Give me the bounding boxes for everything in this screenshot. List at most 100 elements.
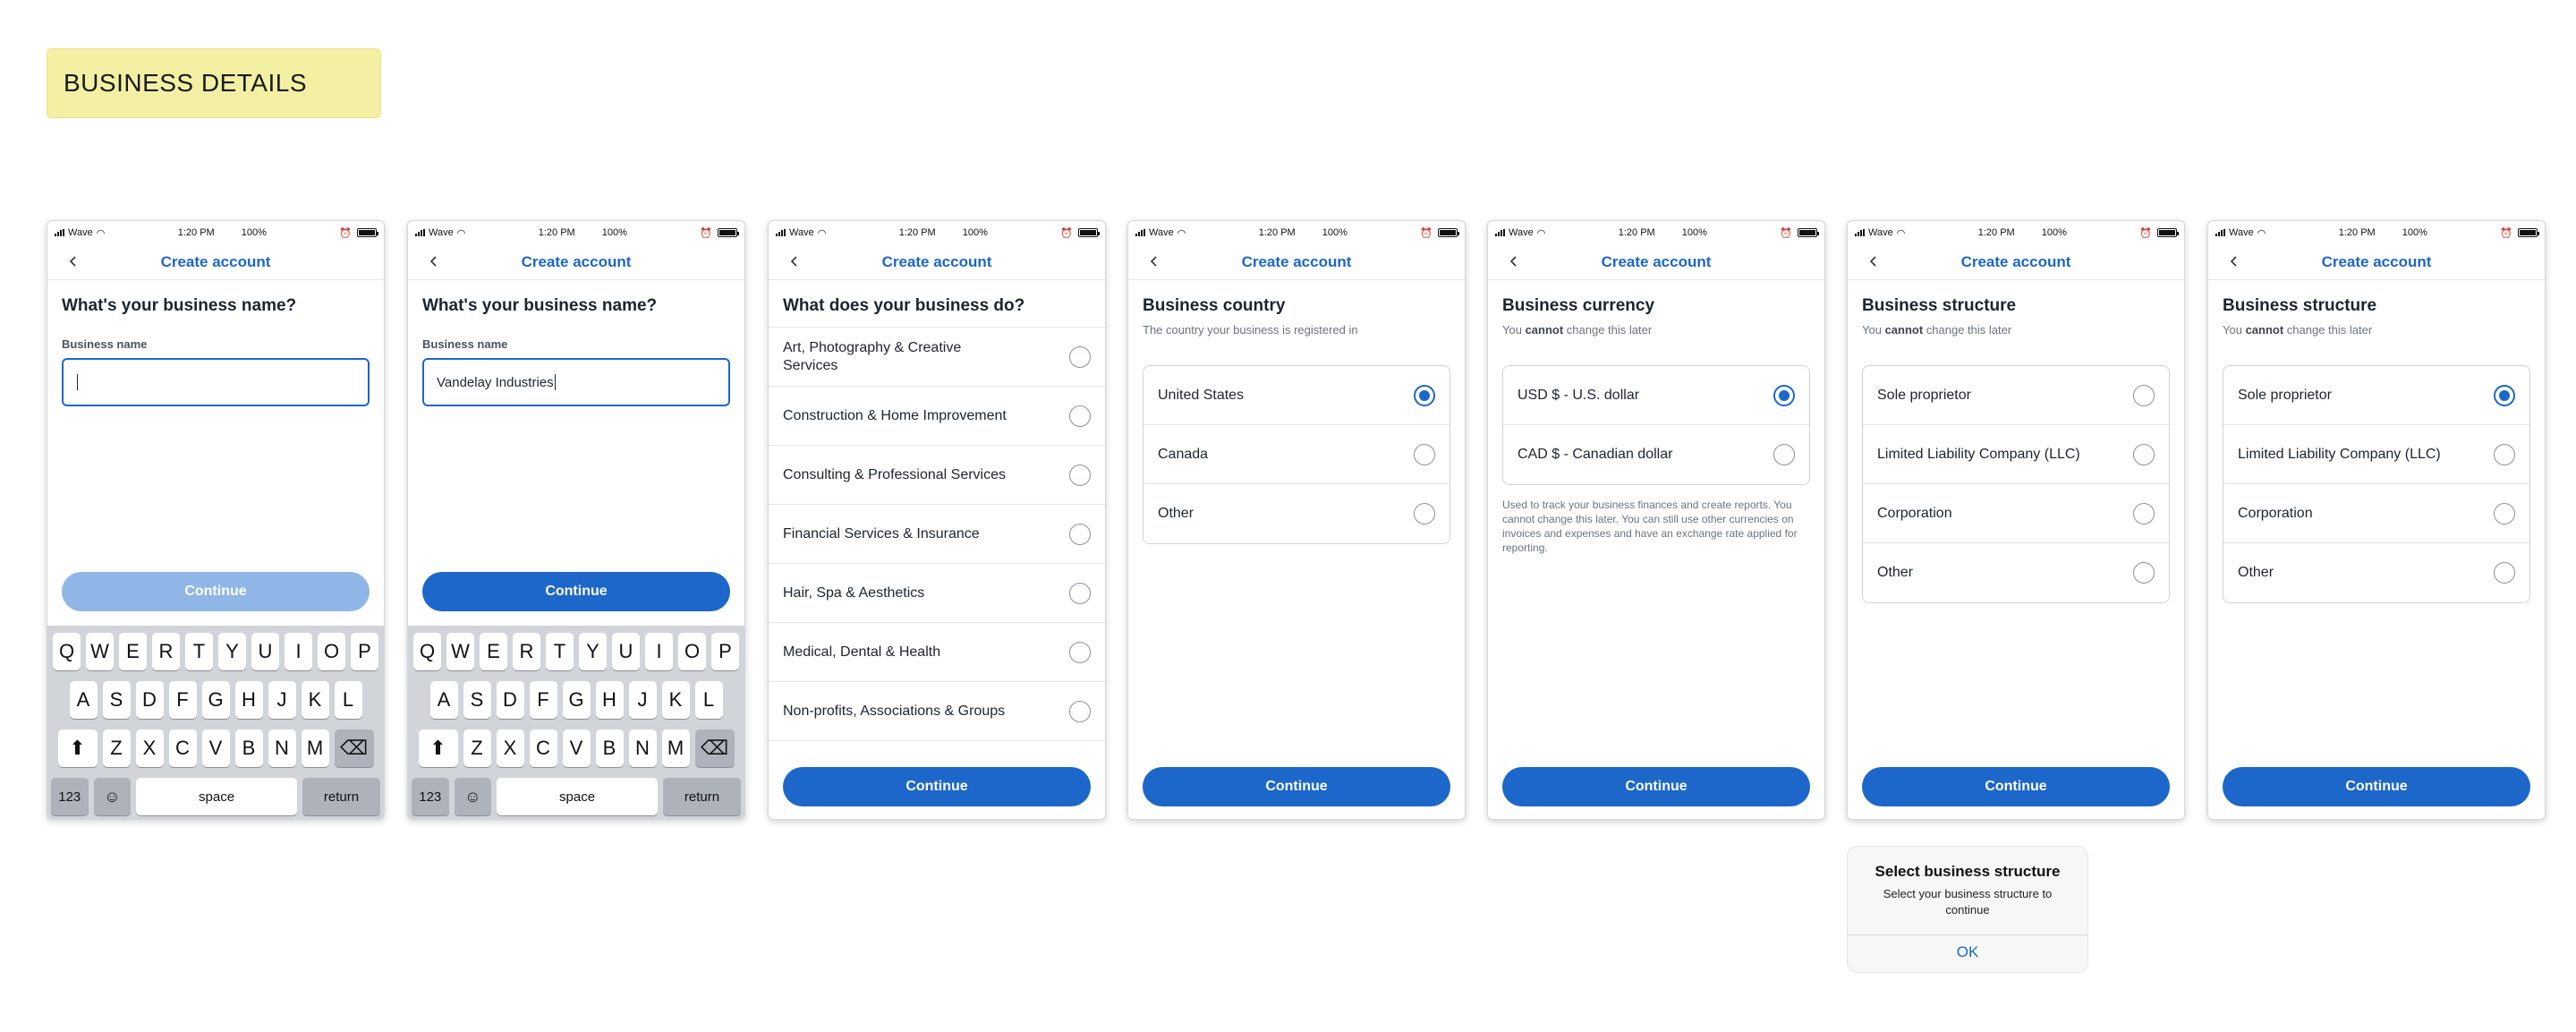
structure-option[interactable]: Other (2223, 543, 2529, 602)
shift-key-icon[interactable]: ⬆ (57, 729, 98, 767)
back-chevron-icon[interactable] (785, 252, 804, 271)
key-b[interactable]: B (234, 729, 263, 767)
radio-button-selected[interactable] (1414, 384, 1435, 406)
radio-button[interactable] (1414, 503, 1435, 525)
key-i[interactable]: I (645, 633, 673, 670)
key-c[interactable]: C (529, 729, 557, 767)
business-type-option[interactable]: Art, Photography & Creative Services (769, 328, 1105, 387)
radio-button-selected[interactable] (2494, 384, 2515, 406)
structure-option[interactable]: Limited Liability Company (LLC) (2223, 425, 2529, 484)
radio-button[interactable] (1069, 523, 1091, 545)
key-e[interactable]: E (480, 633, 507, 670)
delete-key-icon[interactable]: ⌫ (694, 729, 735, 767)
radio-button[interactable] (2494, 562, 2515, 584)
radio-button[interactable] (2133, 502, 2155, 525)
key-s[interactable]: S (463, 681, 491, 719)
key-a[interactable]: A (69, 681, 98, 719)
key-k[interactable]: K (661, 681, 690, 719)
structure-option[interactable]: Sole proprietor (2223, 366, 2529, 425)
key-q[interactable]: Q (53, 633, 81, 670)
structure-option[interactable]: Corporation (2223, 484, 2529, 543)
currency-option[interactable]: CAD $ - Canadian dollar (1503, 425, 1809, 484)
key-u[interactable]: U (612, 633, 640, 670)
radio-button[interactable] (1069, 641, 1091, 663)
radio-button[interactable] (2133, 443, 2155, 465)
key-b[interactable]: B (595, 729, 624, 767)
continue-button[interactable]: Continue (1502, 767, 1810, 806)
continue-button[interactable]: Continue (2223, 767, 2530, 806)
radio-button[interactable] (1069, 345, 1091, 368)
key-q[interactable]: Q (413, 633, 441, 670)
radio-button[interactable] (2494, 502, 2515, 525)
shift-key-icon[interactable]: ⬆ (418, 729, 458, 767)
key-l[interactable]: L (334, 681, 362, 719)
key-c[interactable]: C (168, 729, 197, 767)
business-name-input[interactable]: Vandelay Industries (422, 358, 730, 406)
key-m[interactable]: M (661, 729, 690, 767)
key-o[interactable]: O (318, 633, 345, 670)
return-key[interactable]: return (302, 778, 380, 815)
business-type-option[interactable]: Hair, Spa & Aesthetics (769, 564, 1105, 623)
back-chevron-icon[interactable] (2224, 252, 2244, 271)
space-key[interactable]: space (136, 778, 297, 815)
country-option[interactable]: Other (1143, 484, 1450, 543)
radio-button[interactable] (1069, 700, 1091, 722)
key-p[interactable]: P (351, 633, 378, 670)
key-z[interactable]: Z (102, 729, 131, 767)
back-chevron-icon[interactable] (1504, 252, 1524, 271)
country-option[interactable]: United States (1143, 366, 1450, 425)
key-n[interactable]: N (628, 729, 657, 767)
key-t[interactable]: T (546, 633, 574, 670)
back-chevron-icon[interactable] (424, 252, 444, 271)
key-p[interactable]: P (711, 633, 739, 670)
key-k[interactable]: K (301, 681, 329, 719)
key-t[interactable]: T (185, 633, 213, 670)
continue-button[interactable]: Continue (422, 572, 730, 611)
key-w[interactable]: W (446, 633, 474, 670)
key-r[interactable]: R (152, 633, 180, 670)
country-option[interactable]: Canada (1143, 425, 1450, 484)
key-l[interactable]: L (694, 681, 723, 719)
radio-button[interactable] (2133, 562, 2155, 584)
radio-button[interactable] (1069, 464, 1091, 486)
return-key[interactable]: return (663, 778, 741, 815)
back-chevron-icon[interactable] (64, 252, 83, 271)
key-i[interactable]: I (285, 633, 312, 670)
key-g[interactable]: G (201, 681, 230, 719)
key-y[interactable]: Y (218, 633, 246, 670)
alert-ok-button[interactable]: OK (1848, 943, 2087, 961)
key-a[interactable]: A (429, 681, 458, 719)
continue-button[interactable]: Continue (1862, 767, 2170, 806)
key-f[interactable]: F (168, 681, 197, 719)
key-f[interactable]: F (529, 681, 557, 719)
structure-option[interactable]: Limited Liability Company (LLC) (1863, 425, 2169, 484)
continue-button[interactable]: Continue (1143, 767, 1450, 806)
structure-option[interactable]: Sole proprietor (1863, 366, 2169, 425)
numbers-key[interactable]: 123 (412, 778, 449, 815)
key-d[interactable]: D (496, 681, 524, 719)
key-x[interactable]: X (496, 729, 524, 767)
radio-button[interactable] (1069, 582, 1091, 604)
structure-option[interactable]: Other (1863, 543, 2169, 602)
business-type-option[interactable]: Medical, Dental & Health (769, 623, 1105, 682)
structure-option[interactable]: Corporation (1863, 484, 2169, 543)
back-chevron-icon[interactable] (1144, 252, 1164, 271)
key-x[interactable]: X (135, 729, 164, 767)
key-n[interactable]: N (268, 729, 296, 767)
key-v[interactable]: V (201, 729, 230, 767)
key-o[interactable]: O (678, 633, 706, 670)
emoji-key-icon[interactable]: ☺ (454, 778, 492, 815)
radio-button[interactable] (2494, 443, 2515, 465)
radio-button-selected[interactable] (1773, 384, 1795, 406)
continue-button[interactable]: Continue (62, 572, 370, 611)
business-name-input[interactable] (62, 358, 370, 406)
key-e[interactable]: E (119, 633, 147, 670)
key-s[interactable]: S (102, 681, 131, 719)
business-type-option[interactable]: Non-profits, Associations & Groups (769, 682, 1105, 741)
key-h[interactable]: H (234, 681, 263, 719)
delete-key-icon[interactable]: ⌫ (334, 729, 374, 767)
key-w[interactable]: W (86, 633, 114, 670)
back-chevron-icon[interactable] (1864, 252, 1883, 271)
continue-button[interactable]: Continue (783, 767, 1091, 806)
radio-button[interactable] (1069, 405, 1091, 427)
